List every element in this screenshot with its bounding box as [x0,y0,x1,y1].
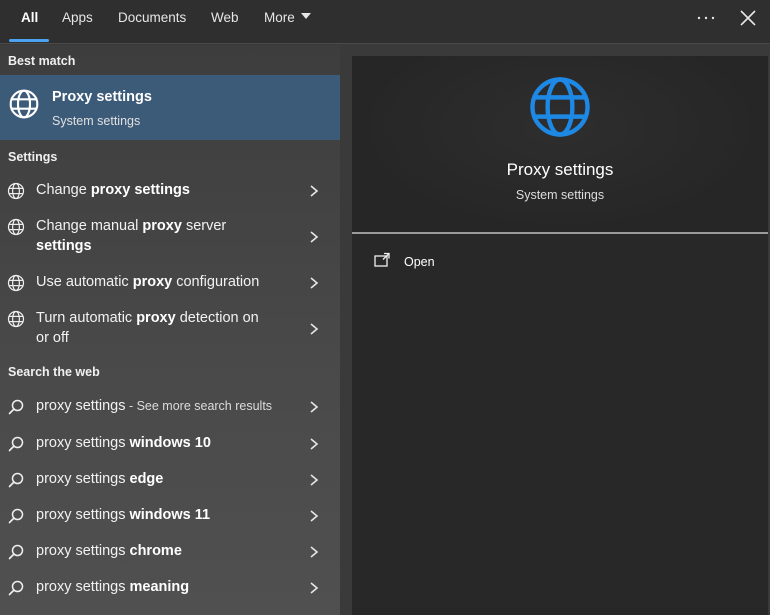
globe-icon [527,74,593,140]
web-suggestion-label: proxy settings windows 10 [36,435,211,451]
preview-subtitle: System settings [515,188,605,202]
settings-item-label: Turn automatic proxy detection on or off [36,310,259,346]
search-icon [7,579,25,597]
best-match-subtitle: System settings [52,114,141,128]
chevron-right-icon [308,509,320,523]
globe-icon [7,310,25,328]
chevron-right-icon [308,322,320,336]
chevron-right-icon [308,276,320,290]
results-list: Best match Proxy settings System setting… [0,45,340,615]
search-icon [7,398,25,416]
web-suggestion[interactable]: proxy settings meaning [0,577,340,599]
settings-item-change-proxy[interactable]: Change proxy settings [0,180,340,202]
chevron-right-icon [308,545,320,559]
close-icon[interactable] [736,6,760,30]
web-suggestion[interactable]: proxy settings edge [0,469,340,491]
tab-documents[interactable]: Documents [118,0,186,36]
settings-item-label: Change proxy settings [36,182,190,198]
search-icon [7,507,25,525]
settings-item-label: Change manual proxy server settings [36,218,227,254]
globe-icon [7,274,25,292]
search-filter-bar: All Apps Documents Web More [0,0,770,44]
tab-all[interactable]: All [21,0,38,36]
globe-icon [8,88,40,120]
search-icon [7,543,25,561]
search-icon [7,435,25,453]
preview-header: Proxy settings System settings [352,56,768,233]
globe-icon [7,182,25,200]
chevron-right-icon [308,437,320,451]
web-suggestion[interactable]: proxy settings windows 10 [0,433,340,455]
divider [352,232,768,234]
preview-pane: Proxy settings System settings Open [340,45,770,615]
best-match-item[interactable]: Proxy settings System settings [0,75,340,140]
settings-item-manual-proxy[interactable]: Change manual proxy server settings [0,216,340,260]
web-suggestion[interactable]: proxy settings windows 11 [0,505,340,527]
chevron-right-icon [308,581,320,595]
web-suggestion-label: proxy settings meaning [36,579,190,595]
web-suggestion-label: proxy settings chrome [36,543,182,559]
web-suggestion[interactable]: proxy settings - See more search results [0,396,340,418]
chevron-right-icon [308,230,320,244]
globe-icon [7,218,25,236]
search-icon [7,471,25,489]
web-suggestion-label: proxy settings - See more search results [36,398,273,414]
tab-web[interactable]: Web [211,0,239,36]
chevron-right-icon [308,184,320,198]
settings-header: Settings [8,150,58,164]
chevron-right-icon [308,473,320,487]
caret-down-icon [300,13,311,20]
settings-item-auto-config[interactable]: Use automatic proxy configuration [0,272,340,294]
preview-card: Proxy settings System settings Open [352,56,768,615]
web-suggestion-label: proxy settings edge [36,471,164,487]
best-match-header: Best match [8,54,76,68]
more-options-icon[interactable] [694,6,718,30]
search-web-header: Search the web [8,365,100,379]
open-button[interactable]: Open [374,252,494,274]
tab-more[interactable]: More [264,0,311,36]
open-external-icon [374,252,390,267]
settings-item-auto-detection[interactable]: Turn automatic proxy detection on or off [0,308,340,352]
web-suggestion-label: proxy settings windows 11 [36,507,211,523]
tab-more-label: More [264,10,295,25]
tab-apps[interactable]: Apps [62,0,93,36]
settings-item-label: Use automatic proxy configuration [36,274,260,290]
web-suggestion[interactable]: proxy settings chrome [0,541,340,563]
best-match-title: Proxy settings [52,89,152,105]
open-label: Open [404,255,435,269]
preview-title: Proxy settings [506,160,614,179]
chevron-right-icon [308,400,320,414]
active-tab-indicator [9,39,49,42]
